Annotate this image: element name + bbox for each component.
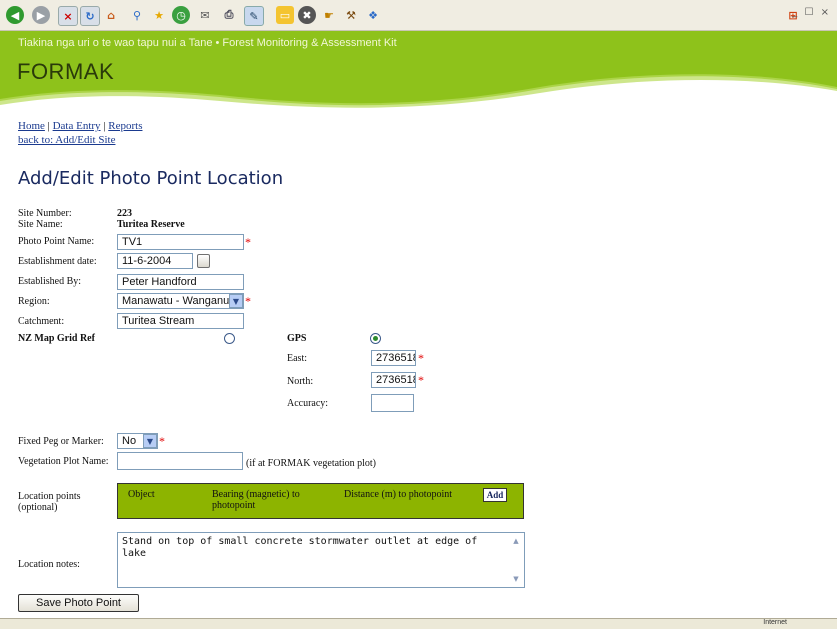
accuracy-label: Accuracy:: [287, 398, 329, 409]
site-number-label: Site Number:: [18, 208, 72, 219]
location-points-object-header: Object: [128, 489, 155, 500]
establishment-date-input[interactable]: 11-6-2004: [117, 253, 193, 269]
forward-icon[interactable]: ▶: [32, 6, 50, 24]
home-icon[interactable]: ⌂: [102, 6, 120, 24]
refresh-icon[interactable]: ↻: [80, 6, 100, 26]
mail-icon[interactable]: ✉: [196, 6, 214, 24]
nav-data-entry-link[interactable]: Data Entry: [53, 120, 101, 132]
nz-map-grid-radio[interactable]: [224, 333, 235, 344]
required-marker: *: [418, 351, 424, 365]
established-by-label: Established By:: [18, 276, 82, 287]
establishment-date-label: Establishment date:: [18, 256, 97, 267]
region-label: Region:: [18, 296, 50, 307]
chevron-down-icon[interactable]: ▼: [229, 294, 243, 308]
location-notes-label: Location notes:: [18, 559, 80, 570]
brand-logo[interactable]: FORMAK: [17, 59, 114, 85]
north-label: North:: [287, 376, 314, 387]
catchment-input[interactable]: Turitea Stream: [117, 313, 244, 329]
location-points-distance-header: Distance (m) to photopoint: [344, 489, 453, 500]
back-to-site-link[interactable]: back to: Add/Edit Site: [18, 134, 115, 146]
established-by-input[interactable]: Peter Handford: [117, 274, 244, 290]
print-icon[interactable]: ⎙: [220, 6, 238, 24]
scroll-down-icon[interactable]: ▼: [510, 573, 522, 585]
accuracy-input[interactable]: [371, 394, 414, 412]
nav-separator: |: [44, 120, 53, 132]
messenger-icon[interactable]: ✖: [298, 6, 316, 24]
research-icon[interactable]: ☛: [320, 6, 338, 24]
site-name-value: Turitea Reserve: [117, 219, 185, 230]
location-notes-textarea[interactable]: [117, 532, 525, 588]
gps-label: GPS: [287, 333, 307, 344]
fixed-peg-label: Fixed Peg or Marker:: [18, 436, 104, 447]
favorites-icon[interactable]: ★: [150, 6, 168, 24]
vegetation-plot-hint: (if at FORMAK vegetation plot): [246, 458, 376, 469]
save-photo-point-button[interactable]: Save Photo Point: [18, 594, 139, 612]
photo-point-name-input[interactable]: TV1: [117, 234, 244, 250]
vegetation-plot-label: Vegetation Plot Name:: [18, 456, 109, 467]
catchment-label: Catchment:: [18, 316, 65, 327]
browser-status-bar: Internet: [0, 618, 837, 629]
nz-map-grid-label: NZ Map Grid Ref: [18, 333, 95, 344]
east-input[interactable]: 2736518: [371, 350, 416, 366]
dropbox-icon[interactable]: ❖: [364, 6, 382, 24]
nav-reports-link[interactable]: Reports: [108, 120, 142, 132]
required-marker: *: [159, 434, 165, 448]
site-number-value: 223: [117, 208, 132, 219]
required-marker: *: [245, 294, 251, 308]
add-location-point-button[interactable]: Add: [483, 488, 507, 502]
location-points-bearing-header: Bearing (magnetic) to photopoint: [212, 489, 300, 511]
stop-icon[interactable]: ×: [58, 6, 78, 26]
site-name-label: Site Name:: [18, 219, 63, 230]
history-icon[interactable]: ◷: [172, 6, 190, 24]
north-input[interactable]: 2736518: [371, 372, 416, 388]
region-select[interactable]: Manawatu - Wanganui: [117, 293, 244, 309]
nav-home-link[interactable]: Home: [18, 120, 45, 132]
folder-icon[interactable]: ▭: [276, 6, 294, 24]
status-zone-text: Internet: [763, 619, 787, 626]
location-points-optional-label: (optional): [18, 502, 58, 513]
required-marker: *: [418, 373, 424, 387]
window-controls[interactable]: _ ☐ ×: [792, 7, 831, 18]
back-icon[interactable]: ◀: [6, 6, 24, 24]
scroll-up-icon[interactable]: ▲: [510, 535, 522, 547]
search-icon[interactable]: ⚲: [128, 6, 146, 24]
location-points-label: Location points: [18, 491, 81, 502]
back-nav: back to: Add/Edit Site: [18, 134, 115, 146]
banner-tagline: Tiakina nga uri o te wao tapu nui a Tane…: [18, 37, 397, 49]
browser-toolbar: ◀ ▶ × ↻ ⌂ ⚲ ★ ◷ ✉ ⎙ ✎ ▭ ✖ ☛ ⚒ ❖ ⊞ _ ☐ ×: [0, 0, 837, 31]
top-nav: Home | Data Entry | Reports: [18, 120, 142, 132]
chevron-down-icon[interactable]: ▼: [143, 434, 157, 448]
tools-icon[interactable]: ⚒: [342, 6, 360, 24]
gps-radio[interactable]: [370, 333, 381, 344]
photo-point-name-label: Photo Point Name:: [18, 236, 95, 247]
page-title: Add/Edit Photo Point Location: [18, 168, 284, 189]
edit-icon[interactable]: ✎: [244, 6, 264, 26]
east-label: East:: [287, 353, 307, 364]
location-points-table: Object Bearing (magnetic) to photopoint …: [117, 483, 524, 519]
vegetation-plot-input[interactable]: [117, 452, 243, 470]
date-picker-button[interactable]: [197, 254, 210, 268]
required-marker: *: [245, 235, 251, 249]
